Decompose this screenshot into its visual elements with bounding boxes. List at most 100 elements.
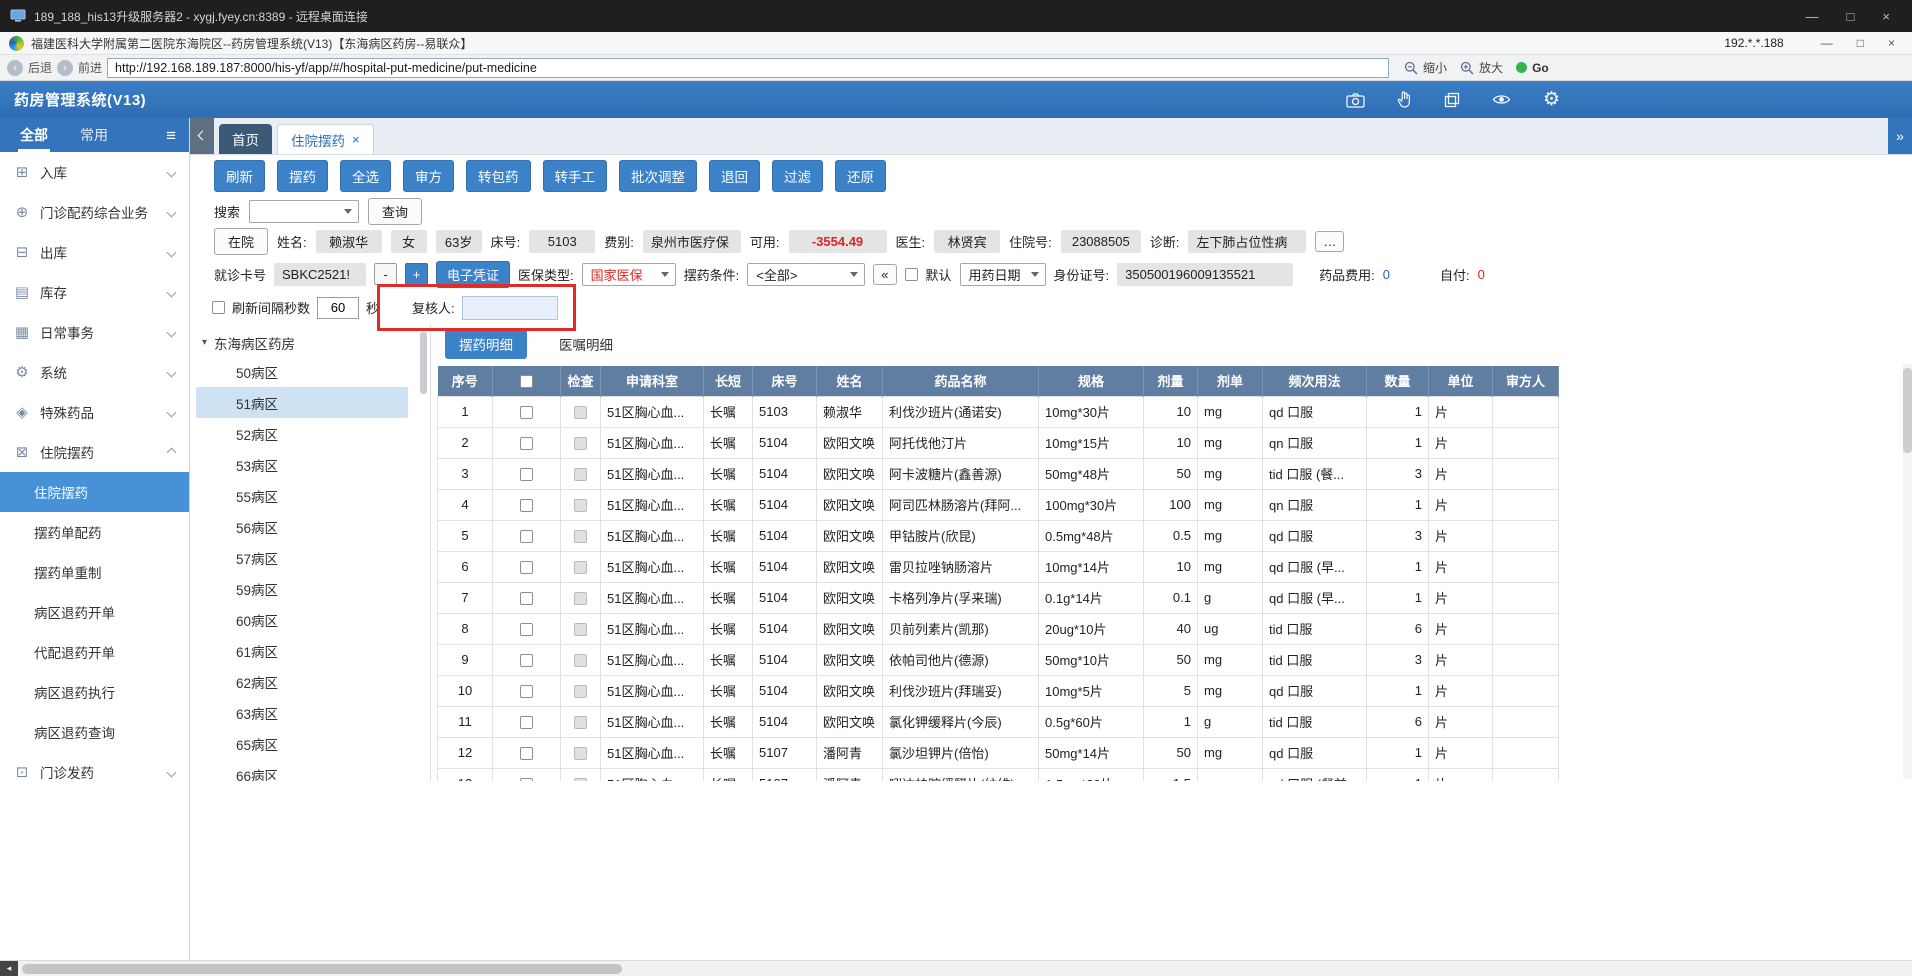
zoom-in-icon[interactable] xyxy=(1460,61,1474,75)
column-header[interactable]: 数量 xyxy=(1366,366,1429,396)
sidebar-item[interactable]: ⊞ 入库 xyxy=(0,152,189,192)
search-select[interactable] xyxy=(249,200,360,223)
sidebar-tab[interactable]: 全部 xyxy=(18,118,50,152)
ward-item[interactable]: 53病区 xyxy=(196,449,408,480)
zoom-out-icon[interactable] xyxy=(1404,61,1418,75)
table-row[interactable]: 9 51区胸心血... 长嘱 5104 欧阳文唤 依帕司他片(德源) 50mg*… xyxy=(437,643,1559,676)
query-button[interactable]: 查询 xyxy=(368,198,423,225)
sidebar-item[interactable]: ⊡ 门诊发药 xyxy=(0,752,189,792)
settings-gear-icon[interactable]: ⚙ xyxy=(1543,90,1560,109)
sidebar-item[interactable]: ◈ 特殊药品 xyxy=(0,392,189,432)
zoom-in-label[interactable]: 放大 xyxy=(1479,59,1503,76)
default-checkbox[interactable] xyxy=(904,267,918,281)
column-header[interactable]: 序号 xyxy=(437,366,493,396)
auto-refresh-checkbox[interactable] xyxy=(212,301,225,314)
ward-item[interactable]: 52病区 xyxy=(196,418,408,449)
column-header[interactable]: 姓名 xyxy=(816,366,883,396)
table-row[interactable]: 8 51区胸心血... 长嘱 5104 欧阳文唤 贝前列素片(凯那) 20ug*… xyxy=(437,612,1559,645)
toolbar-button[interactable]: 摆药 xyxy=(277,160,328,192)
table-row[interactable]: 11 51区胸心血... 长嘱 5104 欧阳文唤 氯化钾缓释片(今辰) 0.5… xyxy=(437,705,1559,738)
table-row[interactable]: 3 51区胸心血... 长嘱 5104 欧阳文唤 阿卡波糖片(鑫善源) 50mg… xyxy=(437,457,1559,490)
ward-item[interactable]: 55病区 xyxy=(196,480,408,511)
date-type-select[interactable]: 用药日期 xyxy=(959,262,1046,286)
ward-item[interactable]: 50病区 xyxy=(196,356,408,387)
toolbar-button[interactable]: 转手工 xyxy=(542,160,607,192)
row-checkbox[interactable] xyxy=(520,499,533,513)
column-header[interactable]: 长短 xyxy=(703,366,753,396)
windows-icon[interactable] xyxy=(1444,92,1460,108)
forward-label[interactable]: 前进 xyxy=(78,59,102,76)
tree-scrollbar[interactable] xyxy=(420,332,427,772)
sidebar-subitem[interactable]: 住院摆药 xyxy=(0,472,189,512)
sidebar-item[interactable]: ⊠ 住院摆药 xyxy=(0,432,189,472)
toolbar-button[interactable]: 退回 xyxy=(709,160,760,192)
eye-icon[interactable] xyxy=(1492,93,1511,106)
ward-item[interactable]: 57病区 xyxy=(196,542,408,573)
grid-scrollbar[interactable] xyxy=(1903,364,1912,779)
select-all-checkbox[interactable] xyxy=(520,375,533,389)
ward-item[interactable]: 61病区 xyxy=(196,635,408,666)
go-button[interactable]: Go xyxy=(1532,61,1549,75)
table-row[interactable]: 10 51区胸心血... 长嘱 5104 欧阳文唤 利伐沙班片(拜瑞妥) 10m… xyxy=(437,674,1559,707)
browser-restore-button[interactable]: □ xyxy=(1857,36,1864,50)
toolbar-button[interactable]: 转包药 xyxy=(466,160,531,192)
evoucher-button[interactable]: 电子凭证 xyxy=(436,260,511,288)
sidebar-subitem[interactable]: 病区退药开单 xyxy=(0,592,189,632)
minus-button[interactable]: - xyxy=(374,263,398,285)
row-checkbox[interactable] xyxy=(520,747,533,761)
page-tab[interactable]: 首页 xyxy=(219,124,272,154)
table-row[interactable]: 2 51区胸心血... 长嘱 5104 欧阳文唤 阿托伐他汀片 10mg*15片 xyxy=(437,426,1559,459)
diagnosis-more-button[interactable]: … xyxy=(1315,231,1345,252)
column-header[interactable]: 床号 xyxy=(752,366,817,396)
sidebar-item[interactable]: ▤ 库存 xyxy=(0,272,189,312)
sidebar-tab[interactable]: 常用 xyxy=(78,118,110,152)
column-header[interactable]: 药品名称 xyxy=(882,366,1039,396)
row-checkbox[interactable] xyxy=(520,468,533,482)
tree-scroll-thumb[interactable] xyxy=(420,332,427,394)
row-checkbox[interactable] xyxy=(520,406,533,420)
touch-hand-icon[interactable] xyxy=(1397,91,1412,108)
column-header[interactable]: 审方人 xyxy=(1492,366,1559,396)
row-checkbox[interactable] xyxy=(520,561,533,575)
column-header[interactable]: 检查 xyxy=(560,366,601,396)
column-header[interactable]: 剂量 xyxy=(1143,366,1198,396)
table-row[interactable]: 4 51区胸心血... 长嘱 5104 欧阳文唤 阿司匹林肠溶片(拜阿... 1… xyxy=(437,488,1559,521)
zoom-out-label[interactable]: 缩小 xyxy=(1423,59,1447,76)
sidebar-item[interactable]: ⊕ 门诊配药综合业务 xyxy=(0,192,189,232)
row-checkbox[interactable] xyxy=(520,685,533,699)
rdp-minimize-button[interactable]: — xyxy=(1806,9,1819,24)
column-header[interactable]: 频次用法 xyxy=(1262,366,1367,396)
scroll-left-button[interactable]: ◂ xyxy=(0,961,18,976)
sidebar-subitem[interactable]: 代配退药开单 xyxy=(0,632,189,672)
sidebar-subitem[interactable]: 病区退药执行 xyxy=(0,672,189,712)
toolbar-button[interactable]: 刷新 xyxy=(214,160,265,192)
detail-tab[interactable]: 医嘱明细 xyxy=(545,329,627,359)
row-checkbox[interactable] xyxy=(520,437,533,451)
table-row[interactable]: 1 51区胸心血... 长嘱 5103 赖淑华 利伐沙班片(通诺安) 10mg*… xyxy=(437,395,1559,428)
sidebar-item[interactable]: ⊟ 出库 xyxy=(0,232,189,272)
page-tab[interactable]: 住院摆药 × xyxy=(277,124,374,154)
table-row[interactable]: 12 51区胸心血... 长嘱 5107 潘阿青 氯沙坦钾片(倍怡) 50mg*… xyxy=(437,736,1559,769)
column-header[interactable] xyxy=(492,366,561,396)
browser-close-button[interactable]: × xyxy=(1888,36,1895,50)
horizontal-scroll-thumb[interactable] xyxy=(22,963,622,974)
ward-item[interactable]: 51病区 xyxy=(196,387,408,418)
ward-item[interactable]: 59病区 xyxy=(196,573,408,604)
browser-minimize-button[interactable]: — xyxy=(1821,36,1833,50)
column-header[interactable]: 剂单 xyxy=(1197,366,1263,396)
address-bar[interactable] xyxy=(107,57,1390,78)
ward-item[interactable]: 66病区 xyxy=(196,759,408,782)
dispense-condition-select[interactable]: <全部> xyxy=(747,262,866,286)
row-checkbox[interactable] xyxy=(520,654,533,668)
tab-scroll-right-button[interactable]: » xyxy=(1888,118,1912,154)
toolbar-button[interactable]: 还原 xyxy=(835,160,886,192)
ward-item[interactable]: 60病区 xyxy=(196,604,408,635)
back-label[interactable]: 后退 xyxy=(28,59,52,76)
toolbar-button[interactable]: 批次调整 xyxy=(619,160,697,192)
ward-item[interactable]: 62病区 xyxy=(196,666,408,697)
row-checkbox[interactable] xyxy=(520,716,533,730)
row-checkbox[interactable] xyxy=(520,623,533,637)
row-checkbox[interactable] xyxy=(520,778,533,781)
rdp-close-button[interactable]: × xyxy=(1882,9,1890,24)
back-icon[interactable]: ‹ xyxy=(7,59,23,76)
